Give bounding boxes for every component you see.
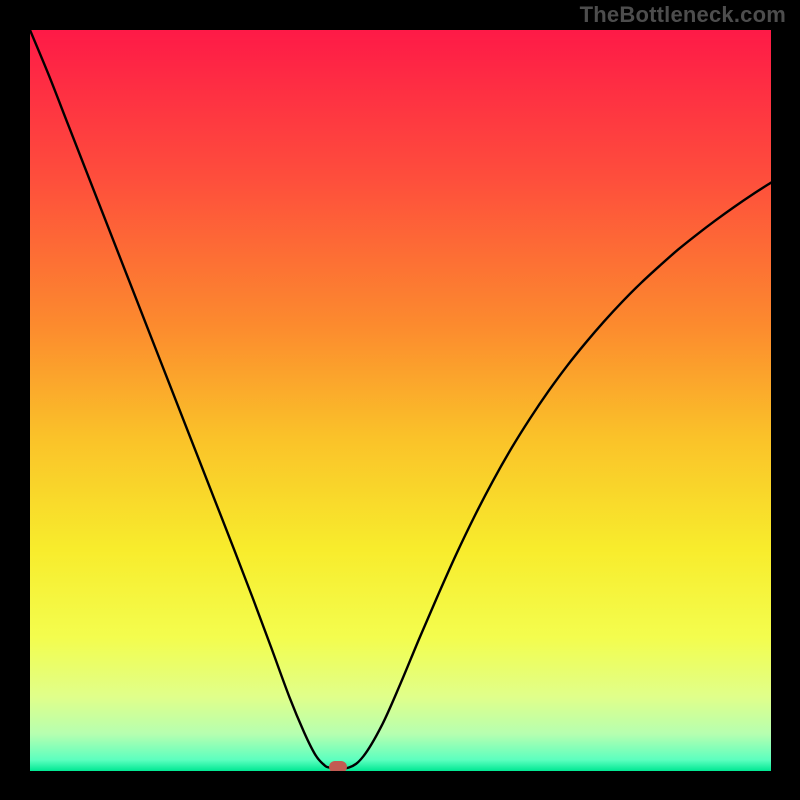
gradient-backdrop <box>30 30 771 771</box>
chart-frame: TheBottleneck.com <box>0 0 800 800</box>
chart-svg <box>30 30 771 771</box>
plot-area <box>30 30 771 771</box>
attribution-text: TheBottleneck.com <box>580 2 786 28</box>
optimal-point-marker <box>329 761 347 771</box>
